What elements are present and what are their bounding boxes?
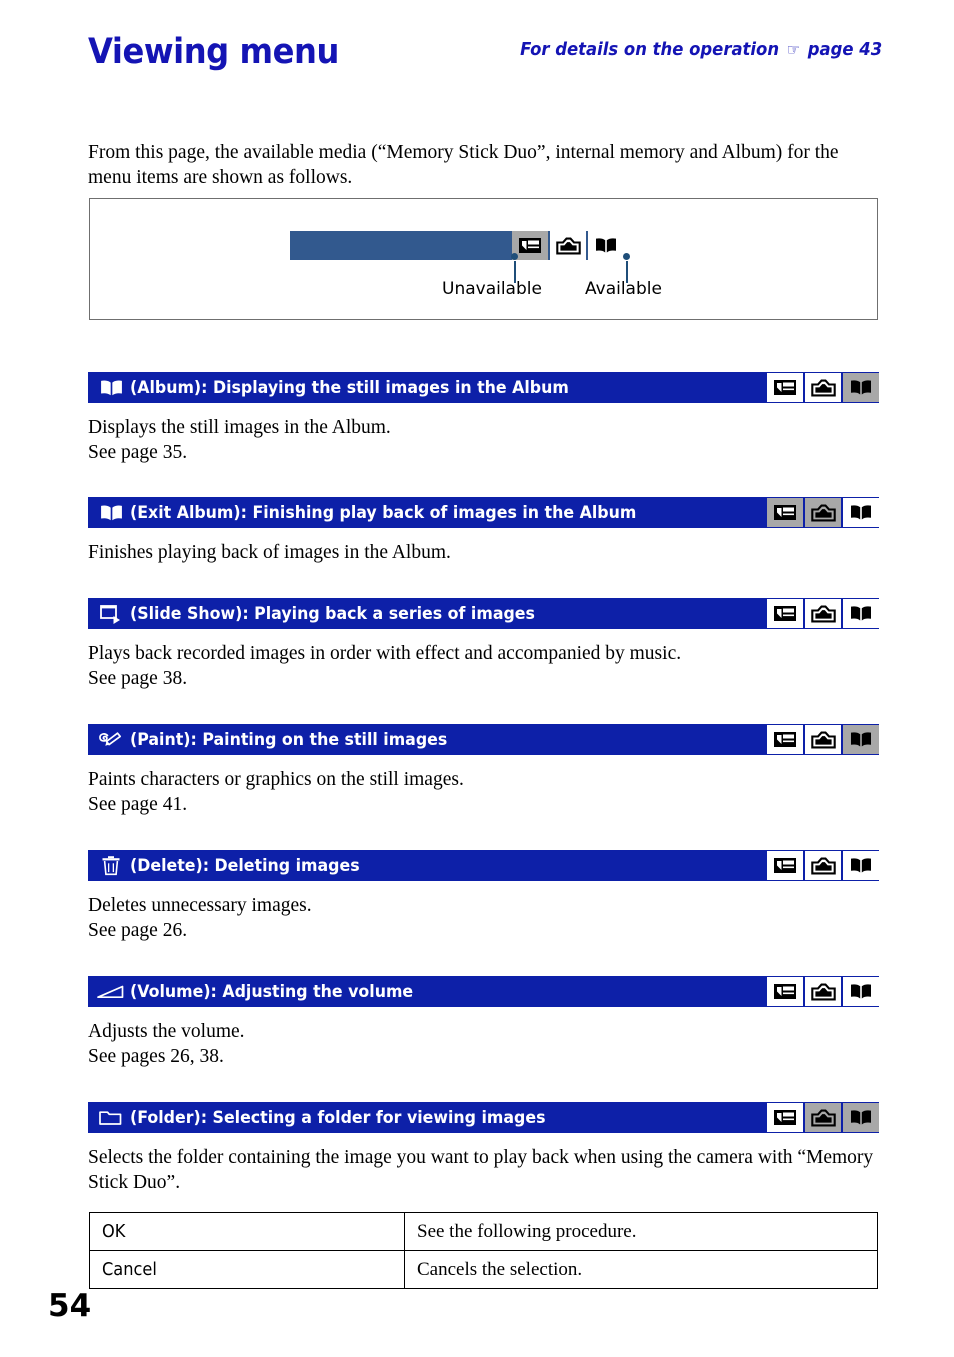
folder-icon [94,1102,128,1133]
section-body: Deletes unnecessary images. See page 26. [88,895,312,941]
section-body: Plays back recorded images in order with… [88,643,682,689]
option-value: Cancels the selection. [404,1250,878,1289]
option-key-label: Cancel [102,1259,157,1280]
chip-internal-memory [550,231,586,260]
header-reference-note: For details on the operation ☞ page 43 [520,40,882,60]
album-book-icon [94,372,128,403]
page-header: Viewing menu For details on the operatio… [0,0,954,118]
page-number: 54 [48,1288,92,1324]
option-key: Cancel [89,1250,405,1289]
section-body: Paints characters or graphics on the sti… [88,769,464,815]
chip-internal-memory [805,498,841,527]
chip-album-book [843,599,879,628]
option-key: OK [89,1212,405,1251]
chip-internal-memory [805,977,841,1006]
chip-album-book [843,977,879,1006]
section-header-album[interactable]: (Album): Displaying the still images in … [88,372,879,403]
chip-internal-memory [805,725,841,754]
slide-show-icon [94,598,128,629]
chip-memory-stick-duo [767,851,803,880]
section-delete: (Delete): Deleting images Deletes unnece… [88,850,879,943]
section-body: Displays the still images in the Album. … [88,417,391,463]
section-title: (Folder): Selecting a folder for viewing… [130,1107,546,1128]
volume-wedge-icon [94,976,128,1007]
chip-album-book [843,1103,879,1132]
legend-box: Unavailable Available [89,198,878,320]
section-body: Finishes playing back of images in the A… [88,542,451,563]
chip-internal-memory [805,373,841,402]
section-title: (Paint): Painting on the still images [130,729,448,750]
folder-options-table: OK See the following procedure. Cancel C… [89,1212,878,1289]
section-volume: (Volume): Adjusting the volume Adjusts t… [88,976,879,1069]
leader-dot-available [623,253,630,260]
chip-memory-stick-duo [767,1103,803,1132]
section-slide-show: (Slide Show): Playing back a series of i… [88,598,879,691]
section-header-exit-album[interactable]: (Exit Album): Finishing play back of ima… [88,497,879,528]
section-header-delete[interactable]: (Delete): Deleting images [88,850,879,881]
album-book-icon [94,497,128,528]
chip-memory-stick-duo [767,977,803,1006]
chip-internal-memory [805,851,841,880]
paint-pen-icon [94,724,128,755]
chip-album-book [843,373,879,402]
section-media-chips [767,599,879,628]
legend-sample-bar [290,231,624,260]
header-note-page: page 43 [807,40,882,60]
pointing-hand-icon: ☞ [786,40,800,59]
section-exit-album: (Exit Album): Finishing play back of ima… [88,497,879,565]
trash-delete-icon [94,850,128,881]
chip-album-book [843,498,879,527]
section-header-volume[interactable]: (Volume): Adjusting the volume [88,976,879,1007]
intro-paragraph: From this page, the available media (“Me… [88,142,839,188]
chip-album-book [843,725,879,754]
chip-internal-memory [805,1103,841,1132]
section-header-slide-show[interactable]: (Slide Show): Playing back a series of i… [88,598,879,629]
chip-memory-stick-duo [767,599,803,628]
leader-dot-unavailable [511,253,518,260]
chip-internal-memory [805,599,841,628]
section-body: Adjusts the volume. See pages 26, 38. [88,1021,245,1067]
section-media-chips [767,373,879,402]
section-header-folder[interactable]: (Folder): Selecting a folder for viewing… [88,1102,879,1133]
legend-label-unavailable: Unavailable [442,279,542,299]
section-media-chips [767,851,879,880]
chip-memory-stick-duo [767,373,803,402]
section-body: Selects the folder containing the image … [88,1147,874,1193]
section-header-paint[interactable]: (Paint): Painting on the still images [88,724,879,755]
option-value: See the following procedure. [404,1212,878,1251]
section-media-chips [767,977,879,1006]
section-media-chips [767,725,879,754]
table-row: OK See the following procedure. [89,1212,878,1251]
chip-memory-stick-duo [767,498,803,527]
table-row: Cancel Cancels the selection. [89,1250,878,1289]
section-title: (Exit Album): Finishing play back of ima… [130,502,637,523]
legend-label-available: Available [585,279,662,299]
option-key-label: OK [102,1221,126,1242]
chip-album-book [843,851,879,880]
section-title: (Delete): Deleting images [130,855,360,876]
section-media-chips [767,498,879,527]
chip-memory-stick-duo [767,725,803,754]
section-media-chips [767,1103,879,1132]
page-title: Viewing menu [88,32,339,72]
chip-album-book [588,231,624,260]
section-folder: (Folder): Selecting a folder for viewing… [88,1102,879,1195]
legend-media-chips [512,231,624,260]
section-title: (Volume): Adjusting the volume [130,981,414,1002]
section-paint: (Paint): Painting on the still images Pa… [88,724,879,817]
header-note-text: For details on the operation [519,40,779,60]
section-album: (Album): Displaying the still images in … [88,372,879,465]
section-title: (Album): Displaying the still images in … [130,377,569,398]
section-title: (Slide Show): Playing back a series of i… [130,603,535,624]
